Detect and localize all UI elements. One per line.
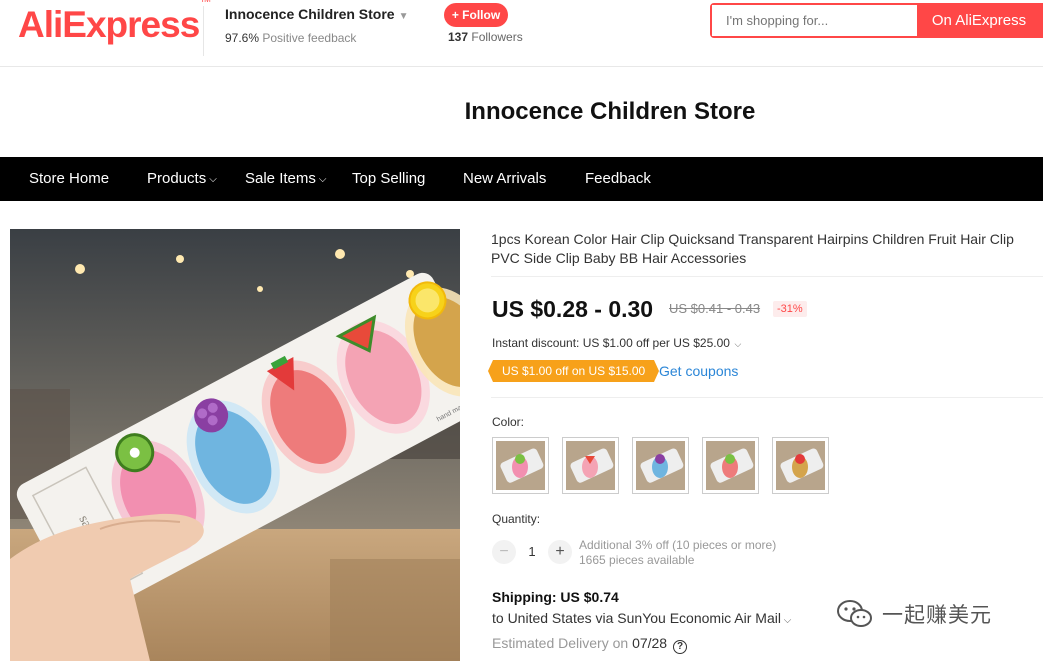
top-header: AliExpressTM Innocence Children Store▼ 9… <box>0 0 1043 67</box>
instant-discount[interactable]: Instant discount: US $1.00 off per US $2… <box>492 336 741 350</box>
chevron-down-icon: ▼ <box>398 11 409 22</box>
plus-icon: + <box>555 543 565 560</box>
product-title: 1pcs Korean Color Hair Clip Quicksand Tr… <box>491 231 1014 266</box>
store-nav: Store Home Products ⌵ Sale Items ⌵ Top Sel… <box>0 157 1043 201</box>
search-bar: On AliExpress <box>710 3 1043 38</box>
swatch-thumbnail <box>636 441 685 490</box>
color-swatch-5[interactable] <box>772 437 829 494</box>
wechat-watermark: 一起赚美元 <box>836 599 992 629</box>
divider <box>491 397 1043 398</box>
minus-icon: − <box>499 543 509 560</box>
quantity-input[interactable] <box>516 540 548 564</box>
get-coupons-link[interactable]: Get coupons <box>659 363 738 379</box>
quantity-info: Additional 3% off (10 pieces or more) 16… <box>579 538 776 568</box>
divider <box>491 276 1043 277</box>
nav-store-home[interactable]: Store Home <box>29 157 109 201</box>
swatch-thumbnail <box>706 441 755 490</box>
nav-sale-items[interactable]: Sale Items ⌵ <box>245 157 326 201</box>
swatch-thumbnail <box>776 441 825 490</box>
quantity-increment-button[interactable]: + <box>548 540 572 564</box>
quantity-label: Quantity: <box>492 512 541 526</box>
product-main-image[interactable]: sayoung hand made <box>10 229 460 661</box>
product-photo: sayoung hand made <box>10 229 460 661</box>
quantity-decrement-button[interactable]: − <box>492 540 516 564</box>
color-swatch-1[interactable] <box>492 437 549 494</box>
nav-new-arrivals[interactable]: New Arrivals <box>463 157 546 201</box>
chevron-down-icon: ⌵ <box>318 174 327 185</box>
nav-products[interactable]: Products ⌵ <box>147 157 217 201</box>
chevron-down-icon: ⌵ <box>780 615 792 626</box>
color-swatch-3[interactable] <box>632 437 689 494</box>
aliexpress-logo[interactable]: AliExpressTM <box>18 0 211 46</box>
color-swatches <box>492 437 842 494</box>
color-swatch-4[interactable] <box>702 437 759 494</box>
estimated-delivery: Estimated Delivery on 07/28? <box>492 635 688 654</box>
original-price: US $0.41 - 0.43 <box>669 301 761 316</box>
store-feedback: 97.6% Positive feedback <box>225 31 357 45</box>
swatch-thumbnail <box>566 441 615 490</box>
search-button[interactable]: On AliExpress <box>917 5 1041 36</box>
shipping-cost: Shipping: US $0.74 <box>492 589 619 605</box>
store-name-link[interactable]: Innocence Children Store ▼ <box>225 6 409 22</box>
chevron-down-icon: ⌵ <box>731 339 742 349</box>
store-banner-title: Innocence Children Store <box>464 98 756 125</box>
shipping-method-selector[interactable]: to United States via SunYou Economic Air… <box>492 610 791 626</box>
followers-count: 137 Followers <box>448 30 523 44</box>
stock-text: 1665 pieces available <box>579 553 695 567</box>
discount-badge: -31% <box>773 301 807 317</box>
follow-button[interactable]: + Follow <box>444 3 508 27</box>
wechat-icon <box>837 600 872 627</box>
color-label: Color: <box>492 415 525 429</box>
coupon-tag: US $1.00 off on US $15.00 <box>487 360 660 382</box>
chevron-down-icon: ⌵ <box>209 174 217 185</box>
watermark-text: 一起赚美元 <box>882 603 992 627</box>
nav-top-selling[interactable]: Top Selling <box>352 157 425 201</box>
product-price: US $0.28 - 0.30 <box>492 296 654 322</box>
search-input[interactable] <box>712 5 917 36</box>
bulk-discount-text: Additional 3% off (10 pieces or more) <box>579 538 777 552</box>
header-divider <box>203 6 204 56</box>
nav-feedback[interactable]: Feedback <box>585 157 651 201</box>
swatch-thumbnail <box>496 441 545 490</box>
question-icon[interactable]: ? <box>673 640 688 654</box>
color-swatch-2[interactable] <box>562 437 619 494</box>
